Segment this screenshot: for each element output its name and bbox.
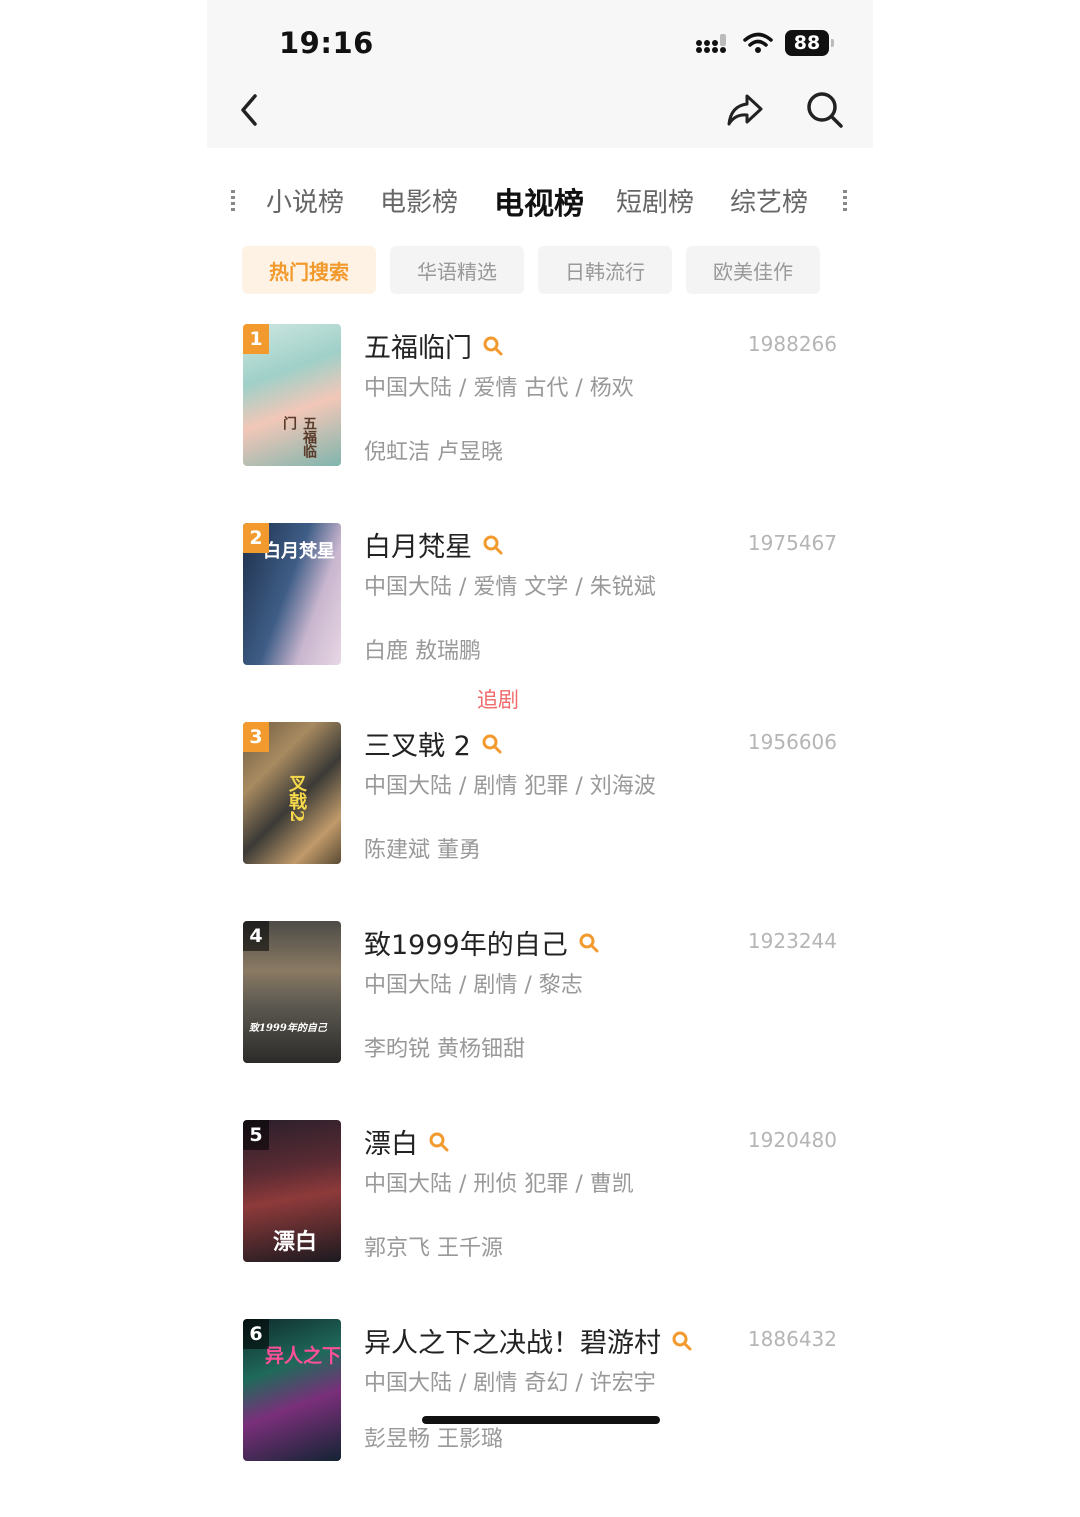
item-cast: 倪虹洁 卢昱晓 [364, 440, 503, 465]
item-title: 五福临门 [364, 333, 472, 364]
hot-score: 1988266 [747, 332, 837, 356]
chip-western[interactable]: 欧美佳作 [686, 246, 820, 294]
rank-badge: 6 [243, 1319, 269, 1349]
home-indicator[interactable] [422, 1416, 660, 1424]
search-icon[interactable] [578, 932, 600, 954]
item-meta: 中国大陆 / 剧情 / 黎志 [364, 973, 583, 998]
hot-score: 1886432 [747, 1327, 837, 1351]
list-item[interactable]: 致1999年的自己 4 致1999年的自己 1923244 中国大陆 / 剧情 … [207, 921, 873, 1119]
poster-title: 致1999年的自己 [249, 1023, 327, 1034]
poster-title: 异人之下 [265, 1345, 341, 1367]
item-title: 白月梵星 [364, 532, 472, 563]
rank-badge: 1 [243, 324, 269, 354]
poster-image: 白月梵星 2 [243, 523, 341, 665]
hot-score: 1923244 [747, 929, 837, 953]
sub-tabs: 热门搜索 华语精选 日韩流行 欧美佳作 [242, 246, 820, 294]
item-cast: 陈建斌 董勇 [364, 838, 481, 863]
rank-badge: 5 [243, 1120, 269, 1150]
title-row: 异人之下之决战！碧游村 [364, 1321, 693, 1360]
follow-drama-label[interactable]: 追剧 [477, 684, 519, 714]
hot-score: 1956606 [747, 730, 837, 754]
header-background [207, 0, 873, 148]
search-icon[interactable] [671, 1330, 693, 1352]
item-cast: 郭京飞 王千源 [364, 1236, 503, 1261]
chip-hot-search[interactable]: 热门搜索 [242, 246, 376, 294]
wifi-icon [743, 32, 773, 53]
item-meta: 中国大陆 / 爱情 古代 / 杨欢 [364, 376, 634, 401]
tabs-scroll-edge-left [231, 190, 235, 212]
share-icon [727, 94, 763, 126]
search-icon[interactable] [482, 534, 504, 556]
poster-image: 叉戟2 3 [243, 722, 341, 864]
battery-indicator: 88 [785, 30, 834, 56]
item-meta: 中国大陆 / 剧情 奇幻 / 许宏宇 [364, 1371, 656, 1396]
tab-novels[interactable]: 小说榜 [266, 182, 344, 219]
rank-badge: 2 [243, 523, 269, 553]
main-tabs: 小说榜 电影榜 电视榜 短剧榜 综艺榜 [229, 182, 859, 226]
chevron-left-icon [241, 94, 257, 126]
tab-variety[interactable]: 综艺榜 [730, 182, 808, 219]
tab-short-drama[interactable]: 短剧榜 [616, 182, 694, 219]
app-screen: 19:16 88 小说榜 电影榜 电视榜 短剧榜 综艺榜 热门搜索 华语精选 日… [207, 0, 873, 1461]
list-item[interactable]: 叉戟2 3 三叉戟 2 1956606 中国大陆 / 剧情 犯罪 / 刘海波 陈… [207, 722, 873, 920]
list-item[interactable]: 五福临门 1 五福临门 1988266 中国大陆 / 爱情 古代 / 杨欢 倪虹… [207, 324, 873, 522]
poster-title: 五福临门 [281, 416, 317, 458]
title-row: 三叉戟 2 [364, 724, 503, 763]
status-time: 19:16 [279, 26, 374, 60]
tab-tv[interactable]: 电视榜 [494, 179, 584, 223]
poster-title: 漂白 [273, 1229, 318, 1255]
rank-badge: 4 [243, 921, 269, 951]
poster-image: 致1999年的自己 4 [243, 921, 341, 1063]
chip-japan-korea[interactable]: 日韩流行 [538, 246, 672, 294]
list-item[interactable]: 白月梵星 2 白月梵星 1975467 中国大陆 / 爱情 文学 / 朱锐斌 白… [207, 523, 873, 721]
item-meta: 中国大陆 / 剧情 犯罪 / 刘海波 [364, 774, 656, 799]
item-title: 漂白 [364, 1129, 418, 1160]
item-title: 致1999年的自己 [364, 930, 568, 961]
item-cast: 彭昱畅 王影璐 [364, 1427, 503, 1452]
list-item[interactable]: 漂白 5 漂白 1920480 中国大陆 / 刑侦 犯罪 / 曹凯 郭京飞 王千… [207, 1120, 873, 1318]
item-title: 三叉戟 2 [364, 731, 471, 762]
chip-chinese-picks[interactable]: 华语精选 [390, 246, 524, 294]
tab-movies[interactable]: 电影榜 [380, 182, 458, 219]
title-row: 致1999年的自己 [364, 923, 600, 962]
search-icon [807, 92, 843, 128]
poster-image: 漂白 5 [243, 1120, 341, 1262]
rank-badge: 3 [243, 722, 269, 752]
search-icon[interactable] [428, 1131, 450, 1153]
title-row: 白月梵星 [364, 525, 504, 564]
item-meta: 中国大陆 / 刑侦 犯罪 / 曹凯 [364, 1172, 634, 1197]
search-button[interactable] [803, 88, 847, 132]
item-meta: 中国大陆 / 爱情 文学 / 朱锐斌 [364, 575, 656, 600]
poster-image: 五福临门 1 [243, 324, 341, 466]
item-cast: 白鹿 敖瑞鹏 [364, 639, 481, 664]
share-button[interactable] [723, 88, 767, 132]
item-cast: 李昀锐 黄杨钿甜 [364, 1037, 525, 1062]
title-row: 漂白 [364, 1122, 450, 1161]
cellular-signal-icon [696, 34, 726, 53]
title-row: 五福临门 [364, 326, 504, 365]
item-title: 异人之下之决战！碧游村 [364, 1328, 661, 1359]
poster-title: 叉戟2 [286, 774, 307, 823]
search-icon[interactable] [482, 335, 504, 357]
back-button[interactable] [231, 88, 271, 132]
search-icon[interactable] [481, 733, 503, 755]
hot-score: 1920480 [747, 1128, 837, 1152]
tabs-scroll-edge-right [843, 190, 847, 212]
status-icons: 88 [695, 30, 834, 56]
hot-score: 1975467 [747, 531, 837, 555]
poster-title: 白月梵星 [263, 541, 335, 562]
